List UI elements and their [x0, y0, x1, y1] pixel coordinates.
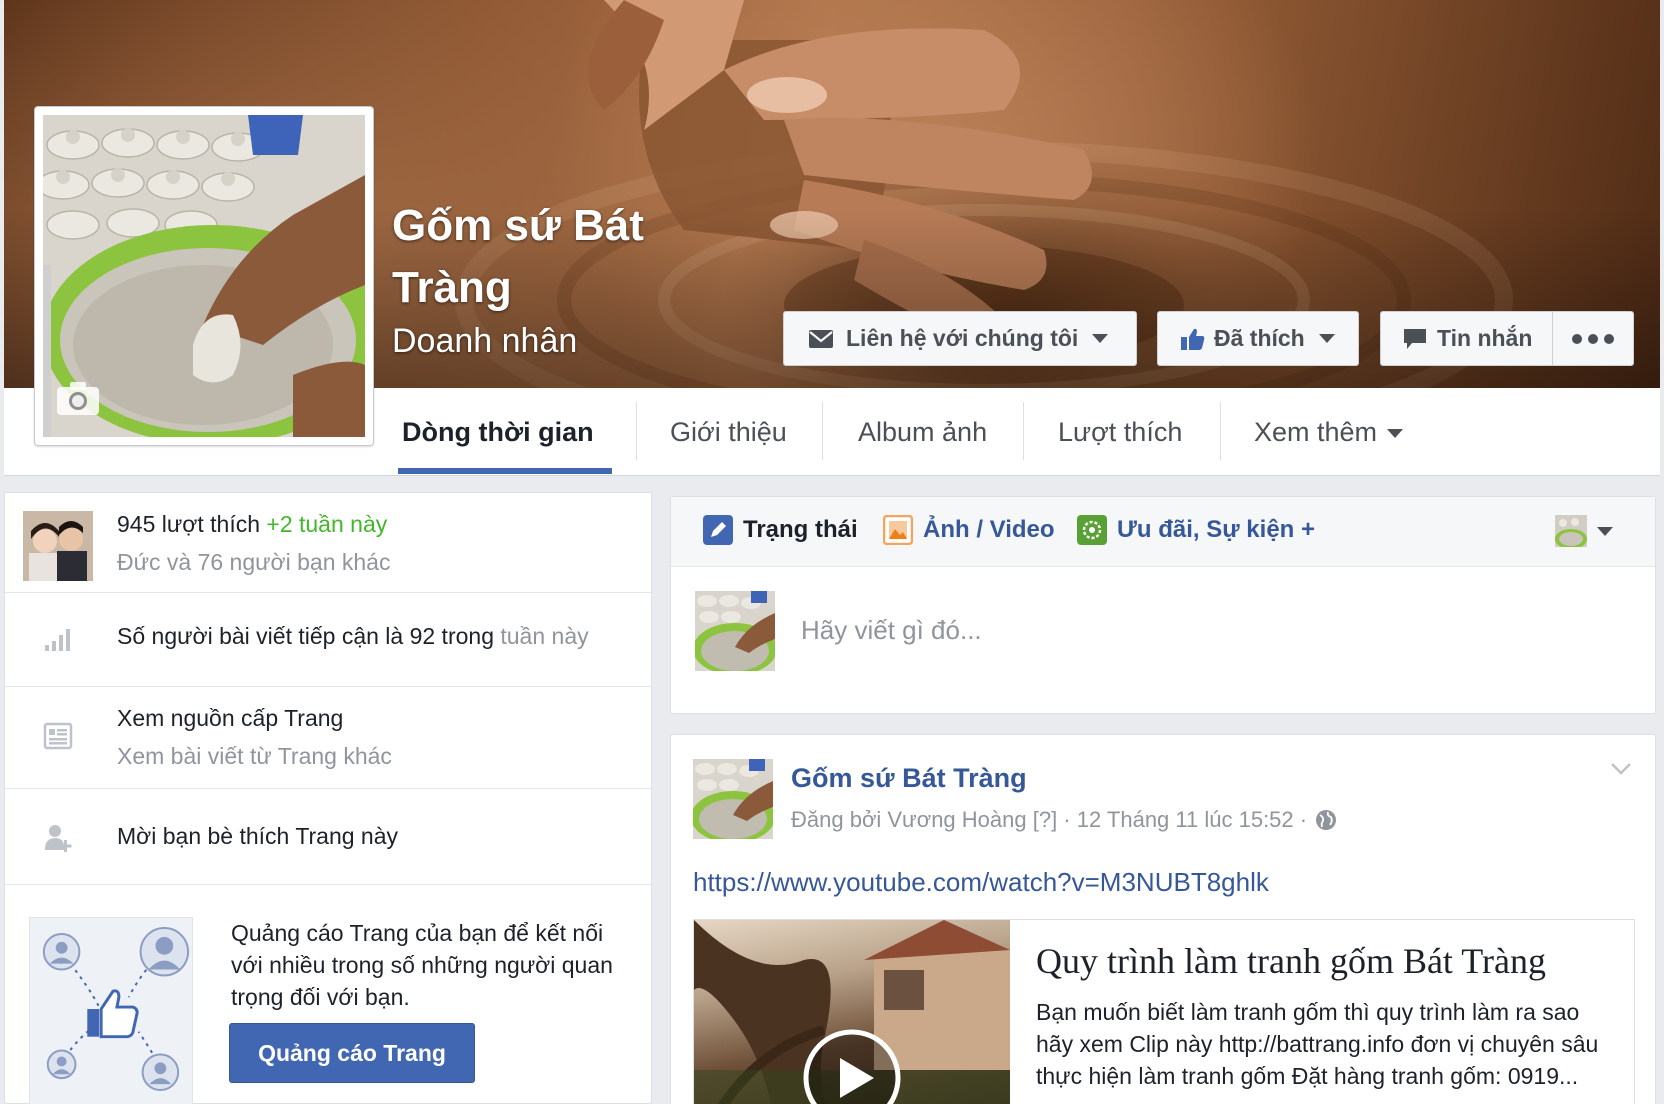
attachment-description: Bạn muốn biết làm tranh gốm thì quy trìn… — [1036, 999, 1599, 1089]
page-sidebar: 945 lượt thích +2 tuần này Đức và 76 ngư… — [4, 492, 653, 1104]
tab-about[interactable]: Giới thiệu — [670, 388, 787, 476]
pages-feed-subtitle: Xem bài viết từ Trang khác — [117, 743, 392, 769]
liked-button[interactable]: Đã thích — [1157, 311, 1359, 366]
composer-tab-offer-event[interactable]: Ưu đãi, Sự kiện + — [1077, 515, 1315, 545]
attachment-title[interactable]: Quy trình làm tranh gốm Bát Tràng — [1036, 940, 1546, 982]
post-link[interactable]: https://www.youtube.com/watch?v=M3NUBT8g… — [693, 867, 1269, 898]
message-bubble-icon — [1404, 328, 1426, 349]
tab-likes[interactable]: Lượt thích — [1058, 388, 1182, 476]
tab-photos[interactable]: Album ảnh — [858, 388, 987, 476]
contact-us-button[interactable]: Liên hệ với chúng tôi — [783, 311, 1137, 366]
thumbs-up-icon — [1181, 328, 1205, 350]
link-attachment[interactable]: Quy trình làm tranh gốm Bát Tràng Bạn mu… — [693, 919, 1635, 1104]
camera-icon[interactable] — [56, 380, 100, 416]
friends-like-text[interactable]: Đức và 76 người bạn khác — [117, 549, 390, 576]
chevron-down-icon — [1318, 334, 1335, 343]
chevron-down-icon — [1597, 526, 1613, 536]
composer-tab-photo-video[interactable]: Ảnh / Video — [883, 515, 1055, 545]
page-name[interactable]: Gốm sứ Bát Tràng — [392, 195, 722, 319]
timeline-post: Gốm sứ Bát Tràng Đăng bởi Vương Hoàng [?… — [670, 734, 1656, 1104]
promote-page-illustration — [29, 917, 193, 1104]
chevron-down-icon — [1387, 429, 1404, 438]
promote-page-button[interactable]: Quảng cáo Trang — [229, 1023, 475, 1083]
friend-avatar — [23, 511, 93, 581]
add-friend-icon — [45, 825, 72, 852]
pages-feed-title: Xem nguồn cấp Trang — [117, 705, 344, 731]
active-tab-indicator — [398, 468, 612, 474]
post-reach-row[interactable]: Số người bài viết tiếp cận là 92 trong t… — [5, 593, 653, 687]
reach-period: tuần này — [500, 623, 589, 649]
post-meta: Đăng bởi Vương Hoàng [?] · 12 Tháng 11 l… — [791, 807, 1337, 833]
composer-tabs: Trạng thái Ảnh / Video Ưu đãi, Sự kiện + — [671, 497, 1655, 567]
play-icon[interactable] — [802, 1028, 902, 1104]
envelope-icon — [809, 329, 833, 348]
video-thumbnail[interactable] — [694, 920, 1010, 1104]
photo-icon — [883, 515, 913, 545]
post-author-avatar[interactable] — [693, 759, 773, 839]
page-category: Doanh nhân — [392, 322, 578, 360]
liked-label: Đã thích — [1214, 325, 1305, 351]
post-author-name[interactable]: Gốm sứ Bát Tràng — [791, 763, 1027, 794]
tab-more[interactable]: Xem thêm — [1254, 388, 1404, 476]
contact-us-label: Liên hệ với chúng tôi — [846, 325, 1079, 351]
news-feed-icon — [43, 722, 73, 750]
likes-count: 945 lượt thích — [117, 511, 260, 537]
promote-page-text: Quảng cáo Trang của bạn để kết nối với n… — [231, 920, 613, 1010]
message-label: Tin nhắn — [1437, 325, 1533, 351]
globe-icon[interactable] — [1315, 809, 1337, 831]
likes-summary-row[interactable]: 945 lượt thích +2 tuần này Đức và 76 ngư… — [5, 493, 653, 593]
invite-friends-row[interactable]: Mời bạn bè thích Trang này — [5, 789, 653, 885]
page-avatar — [1555, 515, 1587, 547]
post-as-selector[interactable] — [1555, 515, 1613, 547]
more-options-button[interactable] — [1552, 311, 1634, 366]
tab-timeline[interactable]: Dòng thời gian — [402, 388, 594, 476]
chevron-down-icon — [1092, 334, 1109, 343]
page-avatar — [695, 591, 775, 671]
reach-text: Số người bài viết tiếp cận là 92 trong — [117, 623, 494, 649]
pages-feed-row[interactable]: Xem nguồn cấp Trang Xem bài viết từ Tran… — [5, 687, 653, 789]
bar-chart-icon — [45, 629, 70, 651]
chevron-down-icon[interactable] — [1609, 761, 1633, 777]
offer-icon — [1077, 515, 1107, 545]
composer-tab-status[interactable]: Trạng thái — [703, 515, 858, 545]
post-composer: Trạng thái Ảnh / Video Ưu đãi, Sự kiện + — [670, 496, 1656, 714]
invite-friends-text: Mời bạn bè thích Trang này — [117, 823, 399, 849]
likes-delta: +2 tuần này — [266, 511, 388, 537]
message-button[interactable]: Tin nhắn — [1380, 311, 1553, 366]
composer-input[interactable]: Hãy viết gì đó... — [801, 615, 982, 646]
pencil-icon — [703, 515, 733, 545]
